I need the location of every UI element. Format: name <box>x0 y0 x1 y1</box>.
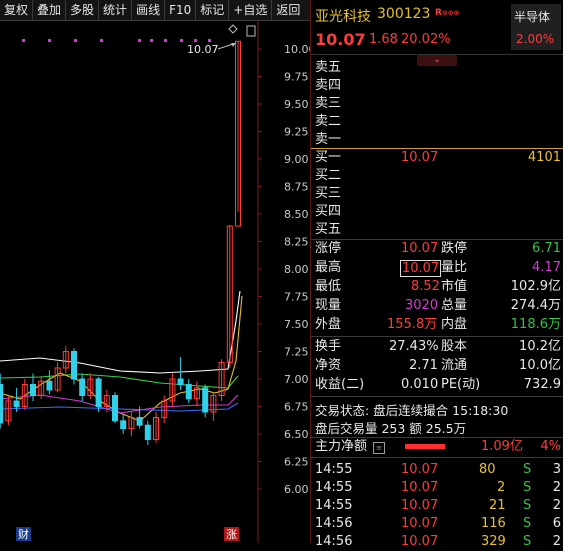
candle-body <box>120 420 127 429</box>
price-tick-label: 7.75 <box>284 291 309 304</box>
stat-row-low: 最低 8.52 市值 102.9亿 <box>315 279 561 294</box>
main-force-bar <box>405 444 445 449</box>
toolbar-draw-line-button[interactable]: 画线 <box>132 0 166 20</box>
candle-body <box>71 351 77 380</box>
candle-body <box>0 384 4 424</box>
bid-row-4: 买四 <box>315 204 342 219</box>
high-price-label: 10.07 <box>187 43 219 56</box>
last-price: 10.07 <box>315 30 366 49</box>
price-tick-label: 9.25 <box>284 126 309 139</box>
bid-row-5: 买五 <box>315 222 342 237</box>
price-tick-label: 7.50 <box>284 318 309 331</box>
tick-row: 14:55 10.07 21 S 2 <box>315 498 561 513</box>
signal-dot <box>180 39 183 42</box>
price-tick-label: 6.75 <box>284 401 309 414</box>
main-force-pct: 4% <box>540 439 561 454</box>
ask-row-2: 卖二 <box>315 114 342 129</box>
candle-body <box>112 395 118 422</box>
price-tick-label: 6.00 <box>284 483 309 496</box>
stat-row-nav: 净资 2.71 流通 10.0亿 <box>315 358 561 373</box>
signal-dot <box>208 39 211 42</box>
stat-row-high: 最高 10.07 量比 4.17 <box>315 260 561 277</box>
stat-row-volume: 现量 3020 总量 274.4万 <box>315 298 561 313</box>
panel-toggle-icon <box>246 25 256 37</box>
bid-row-2: 买二 <box>315 168 342 183</box>
toolbar-overlay-button[interactable]: 叠加 <box>33 0 67 20</box>
candle-body <box>185 384 192 400</box>
candle-body <box>202 387 209 413</box>
main-force-amount: 1.09亿 <box>481 439 523 454</box>
signal-dot <box>150 39 153 42</box>
diamond-icon <box>228 24 238 34</box>
price-change: 1.68 <box>369 32 398 47</box>
price-tick-label: 8.25 <box>284 236 309 249</box>
candlestick-chart[interactable]: 10.00 9.75 9.50 9.25 9.00 8.75 8.50 8.25 8.00 7.7… <box>0 21 310 543</box>
candle-body <box>95 378 102 407</box>
stock-code: 300123 <box>377 6 431 22</box>
candle-body <box>46 380 53 391</box>
candle-body <box>13 400 20 407</box>
stock-name: 亚光科技 <box>315 9 371 25</box>
price-tick-label: 6.25 <box>284 456 309 469</box>
price-tick-label: 8.50 <box>284 208 309 221</box>
candle-body <box>79 378 86 396</box>
sector-box[interactable]: 半导体 2.00% <box>511 4 561 50</box>
ask-row-3: 卖三 <box>315 96 342 111</box>
price-tick-label: 6.50 <box>284 428 309 441</box>
price-tick-label: 7.00 <box>284 373 309 386</box>
signal-dot <box>22 39 25 42</box>
sector-pct: 2.00% <box>516 32 555 46</box>
toolbar-multi-stock-button[interactable]: 多股 <box>66 0 100 20</box>
signal-dot <box>164 39 167 42</box>
main-force-label: 主力净额 <box>315 439 368 454</box>
signal-dot <box>48 39 51 42</box>
signal-dot <box>100 39 103 42</box>
quote-panel: 亚光科技 300123 R⊙⊙⊙ 半导体 2.00% 10.07 1.68 20… <box>311 0 563 549</box>
candle-body <box>136 417 143 426</box>
trade-status: 交易状态: 盘后连续撮合 15:18:30 <box>315 403 509 418</box>
toolbar-f10-button[interactable]: F10 <box>165 0 197 20</box>
financial-report-marker[interactable]: 财 <box>18 527 29 541</box>
tick-row: 14:56 10.07 116 S 6 <box>315 516 561 531</box>
signal-dot <box>74 39 77 42</box>
after-hours-volume: 盘后交易量 253 额 25.5万 <box>315 421 467 436</box>
signal-dot <box>138 39 141 42</box>
toolbar-fuquan-button[interactable]: 复权 <box>0 0 34 20</box>
toolbar-stats-button[interactable]: 统计 <box>99 0 133 20</box>
stat-row-limit: 涨停 10.07 跌停 6.71 <box>315 241 561 256</box>
limit-up-marker[interactable]: 涨 <box>226 528 237 541</box>
candle-body <box>30 384 36 396</box>
toolbar-back-button[interactable]: 返回 <box>272 0 304 20</box>
r-badge-icon: R⊙⊙⊙ <box>435 8 460 18</box>
price-tick-label: 7.25 <box>284 346 309 359</box>
price-tick-label: 8.00 <box>284 263 309 276</box>
ask-row-1: 卖一 <box>315 132 342 147</box>
candle-body <box>144 424 151 441</box>
tick-row: 14:55 10.07 80 S 3 <box>315 462 561 477</box>
price-tick-label: 9.50 <box>284 98 309 111</box>
toolbar-mark-button[interactable]: 标记 <box>196 0 230 20</box>
sector-name: 半导体 <box>514 10 551 24</box>
price-tick-label: 9.00 <box>284 153 309 166</box>
stat-row-outer-inner: 外盘 155.8万 内盘 118.6万 <box>315 317 561 332</box>
ask-row-4: 卖四 <box>315 78 342 93</box>
bid-row-1: 买一 10.07 4101 <box>315 150 561 165</box>
ask-row-5: 卖五 <box>315 60 342 75</box>
moving-average-line <box>0 290 241 374</box>
bid-row-3: 买三 <box>315 186 342 201</box>
stat-row-turnover: 换手 27.43% 股本 10.2亿 <box>315 339 561 354</box>
chart-toolbar: 复权 叠加 多股 统计 画线 F10 标记 +自选 返回 <box>0 0 310 21</box>
tick-row: 14:56 10.07 329 S 2 <box>315 534 561 549</box>
toolbar-add-watchlist-button[interactable]: +自选 <box>229 0 273 20</box>
candle-body <box>177 378 184 385</box>
main-force-row[interactable]: 主力净额 ≡ 1.09亿 4% <box>311 438 563 456</box>
signal-dot <box>194 39 197 42</box>
price-change-pct: 20.02% <box>401 32 451 47</box>
stat-row-eps: 收益(二) 0.010 PE(动) 732.9 <box>315 377 561 392</box>
price-tick-label: 8.75 <box>284 181 309 194</box>
tick-row: 14:55 10.07 2 S 2 <box>315 480 561 495</box>
price-tick-label: 10.00 <box>284 43 310 56</box>
list-icon: ≡ <box>373 442 385 454</box>
price-tick-label: 9.75 <box>284 71 309 84</box>
